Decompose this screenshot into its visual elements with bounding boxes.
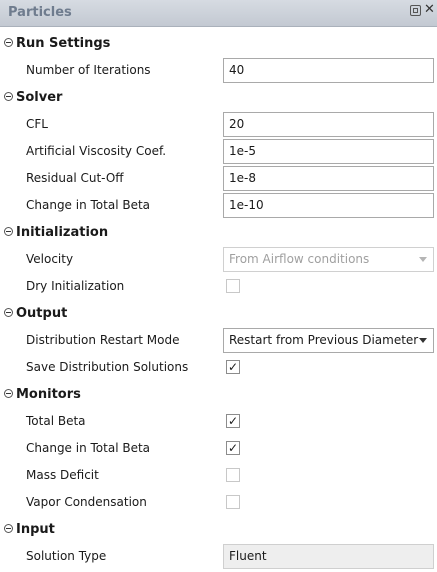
field-label: Total Beta (26, 414, 86, 428)
collapse-minus-icon[interactable] (4, 389, 13, 398)
panel-titlebar: Particles ✕ (0, 0, 437, 27)
section-title: Input (16, 522, 55, 537)
total-beta-checkbox[interactable]: ✓ (226, 414, 240, 428)
section-initialization[interactable]: Initialization (0, 219, 437, 246)
row-change-in-total-beta: Change in Total Beta 1e-10 (0, 192, 437, 219)
change-in-total-beta-field[interactable]: 1e-10 (223, 193, 434, 218)
field-label: Residual Cut-Off (26, 171, 124, 185)
field-label: Change in Total Beta (26, 198, 151, 212)
section-title: Solver (16, 90, 63, 105)
section-title: Initialization (16, 225, 109, 240)
row-save-distribution-solutions: Save Distribution Solutions ✓ (0, 354, 437, 381)
panel-title: Particles (8, 5, 72, 20)
row-solution-type: Solution Type Fluent (0, 543, 437, 570)
row-artificial-viscosity: Artificial Viscosity Coef. 1e-5 (0, 138, 437, 165)
collapse-minus-icon[interactable] (4, 227, 13, 236)
section-input[interactable]: Input (0, 516, 437, 543)
change-in-total-beta-checkbox[interactable]: ✓ (226, 441, 240, 455)
row-mass-deficit: Mass Deficit (0, 462, 437, 489)
section-run-settings[interactable]: Run Settings (0, 30, 437, 57)
row-number-of-iterations: Number of Iterations 40 (0, 57, 437, 84)
field-label: CFL (26, 117, 48, 131)
solution-type-field: Fluent (223, 544, 434, 569)
residual-cutoff-field[interactable]: 1e-8 (223, 166, 434, 191)
field-label: Solution Type (26, 549, 107, 563)
velocity-select-value: From Airflow conditions (229, 252, 370, 266)
field-label: Vapor Condensation (26, 495, 147, 509)
field-label: Dry Initialization (26, 279, 125, 293)
section-title: Output (16, 306, 68, 321)
row-velocity: Velocity From Airflow conditions (0, 246, 437, 273)
collapse-minus-icon[interactable] (4, 524, 13, 533)
field-label: Save Distribution Solutions (26, 360, 189, 374)
dry-initialization-checkbox (226, 279, 240, 293)
row-cfl: CFL 20 (0, 111, 437, 138)
velocity-select: From Airflow conditions (223, 247, 434, 272)
section-title: Run Settings (16, 36, 111, 51)
row-distribution-restart-mode: Distribution Restart Mode Restart from P… (0, 327, 437, 354)
section-title: Monitors (16, 387, 81, 402)
chevron-down-icon[interactable] (419, 338, 427, 343)
collapse-minus-icon[interactable] (4, 92, 13, 101)
chevron-down-icon (419, 257, 427, 262)
collapse-minus-icon[interactable] (4, 38, 13, 47)
field-label: Distribution Restart Mode (26, 333, 180, 347)
restore-icon[interactable] (410, 5, 421, 16)
field-label: Mass Deficit (26, 468, 99, 482)
properties-grid: Run Settings Number of Iterations 40 Sol… (0, 30, 437, 570)
row-total-beta: Total Beta ✓ (0, 408, 437, 435)
close-icon[interactable]: ✕ (424, 3, 435, 16)
vapor-condensation-checkbox (226, 495, 240, 509)
collapse-minus-icon[interactable] (4, 308, 13, 317)
save-distribution-solutions-checkbox[interactable]: ✓ (226, 360, 240, 374)
field-label: Change in Total Beta (26, 441, 151, 455)
field-label: Artificial Viscosity Coef. (26, 144, 167, 158)
section-output[interactable]: Output (0, 300, 437, 327)
distribution-restart-mode-value: Restart from Previous Diameter (229, 333, 419, 347)
cfl-field[interactable]: 20 (223, 112, 434, 137)
row-residual-cutoff: Residual Cut-Off 1e-8 (0, 165, 437, 192)
row-monitor-change-in-total-beta: Change in Total Beta ✓ (0, 435, 437, 462)
field-label: Number of Iterations (26, 63, 151, 77)
row-vapor-condensation: Vapor Condensation (0, 489, 437, 516)
row-dry-initialization: Dry Initialization (0, 273, 437, 300)
artificial-viscosity-field[interactable]: 1e-5 (223, 139, 434, 164)
number-of-iterations-field[interactable]: 40 (223, 58, 434, 83)
field-label: Velocity (26, 252, 74, 266)
mass-deficit-checkbox (226, 468, 240, 482)
distribution-restart-mode-select[interactable]: Restart from Previous Diameter (223, 328, 434, 353)
section-solver[interactable]: Solver (0, 84, 437, 111)
section-monitors[interactable]: Monitors (0, 381, 437, 408)
